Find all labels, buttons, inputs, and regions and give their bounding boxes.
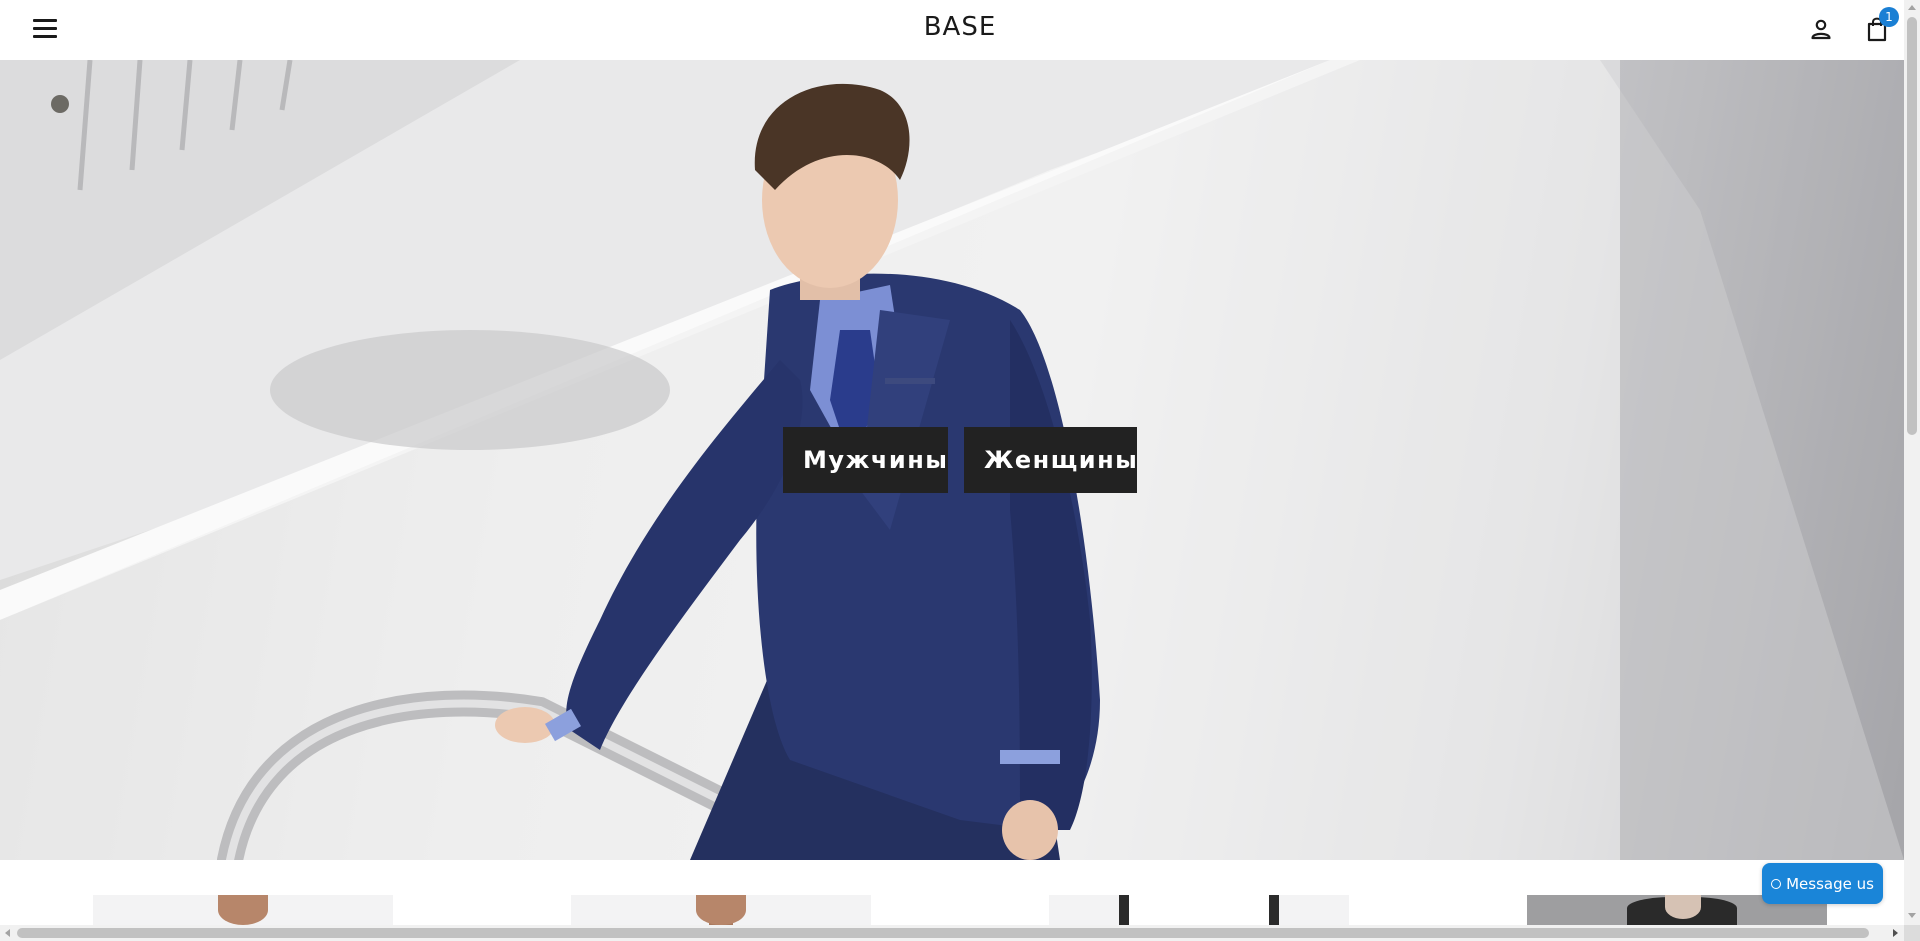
message-us-button[interactable]: Message us xyxy=(1762,863,1883,904)
scrollbar-corner xyxy=(1904,925,1920,941)
women-category-button[interactable]: Женщины xyxy=(964,427,1137,493)
product-card[interactable] xyxy=(571,895,871,925)
user-icon[interactable] xyxy=(1809,17,1833,41)
chat-ring-icon xyxy=(1771,878,1782,889)
product-card[interactable] xyxy=(1049,895,1349,925)
scroll-up-arrow-icon[interactable] xyxy=(1908,5,1916,10)
hamburger-menu-icon[interactable] xyxy=(33,18,59,40)
vertical-scrollbar[interactable] xyxy=(1904,0,1920,925)
hero-banner: Мужчины Женщины xyxy=(0,60,1904,860)
message-us-label: Message us xyxy=(1786,874,1874,893)
product-grid xyxy=(0,860,1904,925)
site-logo[interactable]: BASE xyxy=(924,12,997,42)
scroll-right-arrow-icon[interactable] xyxy=(1893,929,1898,937)
vertical-scroll-thumb[interactable] xyxy=(1907,17,1917,435)
site-header: BASE 1 xyxy=(0,0,1904,60)
product-card[interactable] xyxy=(93,895,393,925)
cart-count-badge: 1 xyxy=(1879,7,1899,27)
horizontal-scrollbar[interactable] xyxy=(0,925,1904,941)
men-category-button[interactable]: Мужчины xyxy=(783,427,948,493)
horizontal-scroll-thumb[interactable] xyxy=(17,928,1869,938)
scroll-down-arrow-icon[interactable] xyxy=(1908,913,1916,918)
scroll-left-arrow-icon[interactable] xyxy=(5,929,10,937)
